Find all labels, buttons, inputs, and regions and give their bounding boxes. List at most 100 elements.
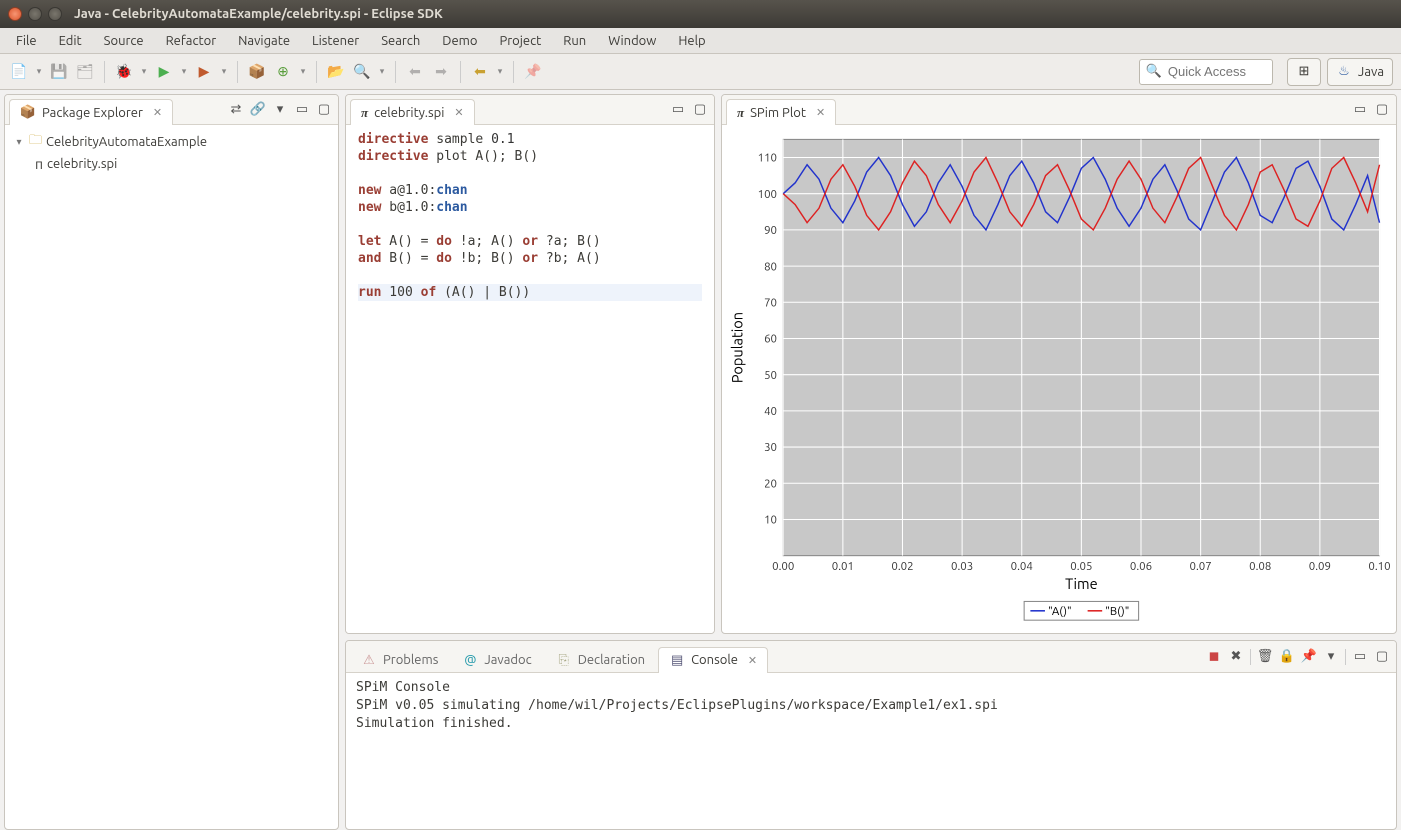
svg-text:90: 90 bbox=[764, 224, 777, 237]
minimize-icon[interactable]: ▭ bbox=[1352, 101, 1368, 117]
save-all-button[interactable]: 🗂 bbox=[74, 61, 96, 83]
menu-project[interactable]: Project bbox=[489, 31, 551, 51]
menu-navigate[interactable]: Navigate bbox=[228, 31, 300, 51]
svg-text:100: 100 bbox=[758, 188, 777, 201]
nav-back-button[interactable]: ⬅ bbox=[404, 61, 426, 83]
type-dropdown-icon[interactable]: ▾ bbox=[298, 61, 308, 83]
console-tab[interactable]: ▤Console✕ bbox=[658, 647, 768, 673]
file-label: celebrity.spi bbox=[47, 157, 117, 171]
editor-panel: π celebrity.spi ✕ ▭ ▢ directive sample 0… bbox=[345, 94, 715, 634]
close-icon[interactable]: ✕ bbox=[153, 106, 162, 119]
menu-edit[interactable]: Edit bbox=[49, 31, 92, 51]
menu-refactor[interactable]: Refactor bbox=[156, 31, 227, 51]
run-button[interactable]: ▶ bbox=[153, 61, 175, 83]
menu-listener[interactable]: Listener bbox=[302, 31, 369, 51]
quick-access-input[interactable] bbox=[1166, 63, 1266, 80]
menu-run[interactable]: Run bbox=[553, 31, 596, 51]
open-perspective-button[interactable]: ⊞ bbox=[1287, 58, 1321, 86]
svg-text:60: 60 bbox=[764, 333, 777, 346]
run-dropdown-icon[interactable]: ▾ bbox=[179, 61, 189, 83]
last-edit-button[interactable]: ⬅ bbox=[469, 61, 491, 83]
pi-icon: π bbox=[737, 105, 744, 121]
file-node[interactable]: π celebrity.spi bbox=[9, 153, 334, 175]
console-output[interactable]: SPiM Console SPiM v0.05 simulating /home… bbox=[346, 673, 1396, 829]
display-console-icon[interactable]: ▾ bbox=[1323, 649, 1339, 665]
close-icon[interactable]: ✕ bbox=[454, 106, 463, 119]
svg-text:0.06: 0.06 bbox=[1130, 560, 1152, 573]
window-close-button[interactable] bbox=[8, 7, 22, 21]
terminate-icon[interactable]: ◼ bbox=[1206, 649, 1222, 665]
debug-button[interactable]: 🐞 bbox=[113, 61, 135, 83]
minimize-icon[interactable]: ▭ bbox=[1352, 649, 1368, 665]
svg-text:Time: Time bbox=[1065, 575, 1098, 592]
maximize-icon[interactable]: ▢ bbox=[692, 101, 708, 117]
javadoc-icon: @ bbox=[462, 652, 478, 668]
javadoc-tab[interactable]: @Javadoc bbox=[451, 647, 542, 673]
menu-source[interactable]: Source bbox=[94, 31, 154, 51]
svg-text:"A()": "A()" bbox=[1048, 605, 1071, 618]
spi-file-icon: π bbox=[361, 105, 368, 121]
java-perspective-button[interactable]: ♨ Java bbox=[1327, 58, 1393, 86]
collapse-all-icon[interactable]: ⇄ bbox=[228, 101, 244, 117]
svg-text:110: 110 bbox=[758, 152, 777, 165]
editor-tab[interactable]: π celebrity.spi ✕ bbox=[350, 99, 475, 125]
code-editor[interactable]: directive sample 0.1 directive plot A();… bbox=[346, 125, 714, 633]
svg-text:0.02: 0.02 bbox=[891, 560, 913, 573]
declaration-icon: ⎘ bbox=[556, 652, 572, 668]
debug-dropdown-icon[interactable]: ▾ bbox=[139, 61, 149, 83]
view-menu-icon[interactable]: ▾ bbox=[272, 101, 288, 117]
window-title: Java - CelebrityAutomataExample/celebrit… bbox=[74, 7, 443, 21]
link-editor-icon[interactable]: 🔗 bbox=[250, 101, 266, 117]
new-button[interactable]: 📄 bbox=[8, 61, 30, 83]
quick-access[interactable]: 🔍 bbox=[1139, 59, 1273, 85]
svg-text:40: 40 bbox=[764, 405, 777, 418]
maximize-icon[interactable]: ▢ bbox=[1374, 649, 1390, 665]
spim-plot-tab[interactable]: π SPim Plot ✕ bbox=[726, 99, 836, 125]
scroll-lock-icon[interactable]: 🔒 bbox=[1279, 649, 1295, 665]
pin-button[interactable]: 📌 bbox=[522, 61, 544, 83]
new-dropdown-icon[interactable]: ▾ bbox=[34, 61, 44, 83]
new-package-button[interactable]: 📦 bbox=[246, 61, 268, 83]
perspective-icon: ⊞ bbox=[1296, 64, 1312, 80]
remove-launch-icon[interactable]: ✖ bbox=[1228, 649, 1244, 665]
svg-text:0.10: 0.10 bbox=[1368, 560, 1390, 573]
svg-text:0.01: 0.01 bbox=[832, 560, 854, 573]
save-button[interactable]: 💾 bbox=[48, 61, 70, 83]
run-last-button[interactable]: ▶ bbox=[193, 61, 215, 83]
project-tree[interactable]: ▾ 🗀 CelebrityAutomataExample π celebrity… bbox=[5, 125, 338, 829]
run-last-dropdown-icon[interactable]: ▾ bbox=[219, 61, 229, 83]
close-icon[interactable]: ✕ bbox=[748, 654, 757, 667]
problems-tab[interactable]: ⚠Problems bbox=[350, 647, 449, 673]
search-dropdown-icon[interactable]: ▾ bbox=[377, 61, 387, 83]
window-maximize-button[interactable] bbox=[48, 7, 62, 21]
maximize-icon[interactable]: ▢ bbox=[1374, 101, 1390, 117]
project-node[interactable]: ▾ 🗀 CelebrityAutomataExample bbox=[9, 131, 334, 153]
clear-console-icon[interactable]: 🗑 bbox=[1257, 649, 1273, 665]
package-explorer-tab[interactable]: 📦 Package Explorer ✕ bbox=[9, 99, 173, 125]
search-button[interactable]: 🔍 bbox=[351, 61, 373, 83]
close-icon[interactable]: ✕ bbox=[816, 106, 825, 119]
menu-help[interactable]: Help bbox=[668, 31, 715, 51]
maximize-icon[interactable]: ▢ bbox=[316, 101, 332, 117]
menu-window[interactable]: Window bbox=[598, 31, 666, 51]
problems-icon: ⚠ bbox=[361, 652, 377, 668]
svg-text:0.00: 0.00 bbox=[772, 560, 794, 573]
svg-text:80: 80 bbox=[764, 260, 777, 273]
menu-file[interactable]: File bbox=[6, 31, 47, 51]
package-explorer-panel: 📦 Package Explorer ✕ ⇄ 🔗 ▾ ▭ ▢ ▾ 🗀 Celeb… bbox=[4, 94, 339, 830]
last-edit-dropdown-icon[interactable]: ▾ bbox=[495, 61, 505, 83]
package-explorer-title: Package Explorer bbox=[42, 106, 143, 120]
declaration-tab[interactable]: ⎘Declaration bbox=[545, 647, 656, 673]
pin-console-icon[interactable]: 📌 bbox=[1301, 649, 1317, 665]
new-class-button[interactable]: ⊕ bbox=[272, 61, 294, 83]
minimize-icon[interactable]: ▭ bbox=[294, 101, 310, 117]
svg-text:0.05: 0.05 bbox=[1070, 560, 1092, 573]
minimize-icon[interactable]: ▭ bbox=[670, 101, 686, 117]
expand-icon[interactable]: ▾ bbox=[13, 136, 25, 148]
menu-search[interactable]: Search bbox=[371, 31, 430, 51]
menu-demo[interactable]: Demo bbox=[432, 31, 487, 51]
svg-text:70: 70 bbox=[764, 296, 777, 309]
window-minimize-button[interactable] bbox=[28, 7, 42, 21]
open-type-button[interactable]: 📂 bbox=[325, 61, 347, 83]
nav-fwd-button[interactable]: ➡ bbox=[430, 61, 452, 83]
